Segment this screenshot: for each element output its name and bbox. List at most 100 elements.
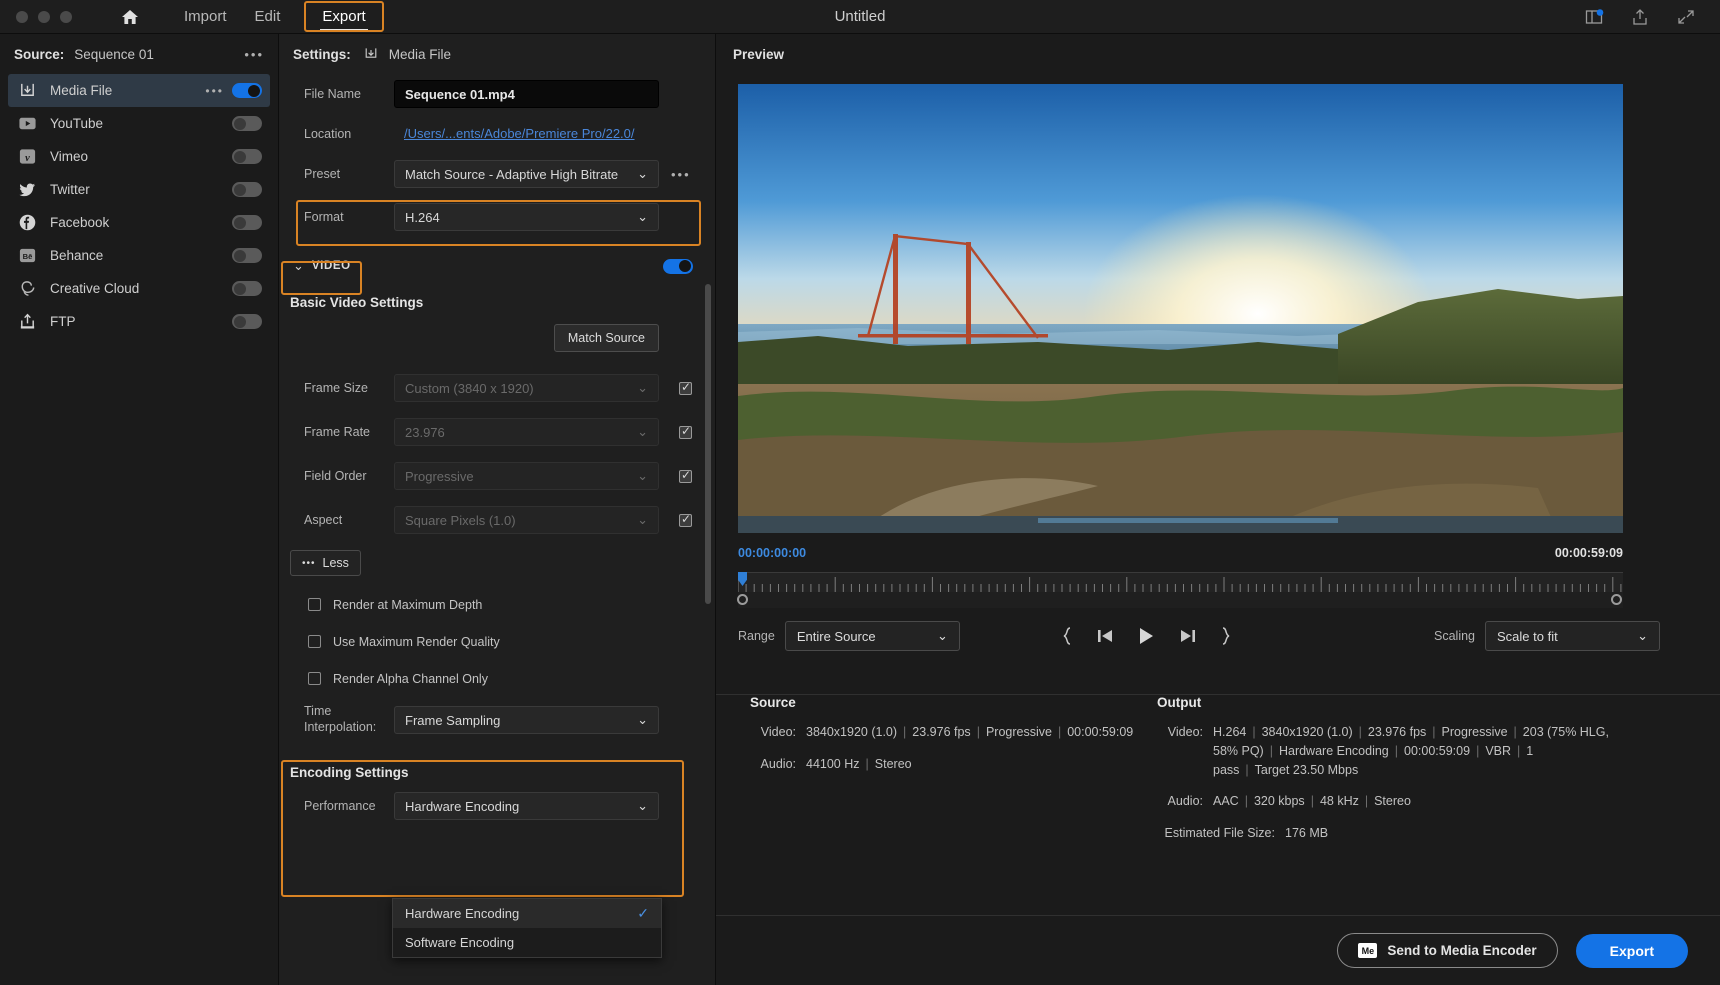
time-interpolation-row: Time Interpolation: Frame Sampling ⌄ (279, 697, 715, 743)
minimize-window-button[interactable] (38, 11, 50, 23)
destination-label: Media File (50, 83, 112, 98)
destination-item-media-file[interactable]: Media File ••• (8, 74, 270, 107)
render-checkbox[interactable] (308, 672, 321, 685)
field-select[interactable]: Progressive⌄ (394, 462, 659, 490)
export-footer: Me Send to Media Encoder Export (716, 915, 1720, 985)
destination-toggle[interactable] (232, 182, 262, 197)
video-section-header[interactable]: ⌄ VIDEO (279, 249, 715, 283)
ellipsis-icon: ••• (302, 558, 316, 569)
fullscreen-icon[interactable] (1676, 7, 1696, 27)
tab-export[interactable]: Export (308, 4, 379, 29)
location-link[interactable]: /Users/...ents/Adobe/Premiere Pro/22.0/ (404, 126, 635, 141)
play-icon[interactable] (1138, 627, 1155, 645)
time-interpolation-label: Time Interpolation: (279, 704, 394, 735)
render-checkbox[interactable] (308, 598, 321, 611)
field-row-field-order: Field OrderProgressive⌄ (279, 454, 715, 498)
checkbox-label: Render Alpha Channel Only (333, 672, 488, 686)
share-icon[interactable] (1630, 7, 1650, 27)
destination-toggle[interactable] (232, 314, 262, 329)
destination-toggle[interactable] (232, 248, 262, 263)
format-select[interactable]: H.264 ⌄ (394, 203, 659, 231)
field-select[interactable]: Custom (3840 x 1920)⌄ (394, 374, 659, 402)
source-row: Source: Sequence 01 ••• (0, 34, 278, 74)
checkbox-row-render-at-maximum-depth[interactable]: Render at Maximum Depth (279, 586, 715, 623)
settings-scrollbar[interactable] (705, 284, 711, 604)
file-name-row: File Name Sequence 01.mp4 (279, 74, 715, 114)
checkbox-row-use-maximum-render-quality[interactable]: Use Maximum Render Quality (279, 623, 715, 660)
checkbox-row-render-alpha-channel-only[interactable]: Render Alpha Channel Only (279, 660, 715, 697)
performance-select[interactable]: Hardware Encoding ⌄ (394, 792, 659, 820)
step-back-icon[interactable] (1096, 628, 1116, 644)
step-forward-icon[interactable] (1177, 628, 1197, 644)
destination-item-ftp[interactable]: FTP (8, 305, 270, 338)
field-select[interactable]: 23.976⌄ (394, 418, 659, 446)
file-name-input[interactable]: Sequence 01.mp4 (394, 80, 659, 108)
time-interpolation-select[interactable]: Frame Sampling ⌄ (394, 706, 659, 734)
menu-item-software-encoding[interactable]: Software Encoding (393, 928, 661, 957)
workspaces-icon[interactable] (1584, 7, 1604, 27)
close-window-button[interactable] (16, 11, 28, 23)
video-section-label: VIDEO (312, 260, 351, 272)
destination-toggle[interactable] (232, 215, 262, 230)
video-enable-toggle[interactable] (663, 259, 693, 274)
destination-item-vimeo[interactable]: vVimeo (8, 140, 270, 173)
destination-item-behance[interactable]: Bē Behance (8, 239, 270, 272)
destination-toggle[interactable] (232, 149, 262, 164)
tab-edit[interactable]: Edit (241, 4, 295, 29)
svg-text:Bē: Bē (22, 252, 32, 261)
video-preview[interactable] (738, 84, 1623, 533)
preset-select[interactable]: Match Source - Adaptive High Bitrate ⌄ (394, 160, 659, 188)
range-out-handle[interactable] (1611, 594, 1622, 605)
field-match-checkbox[interactable] (679, 426, 692, 439)
destination-item-facebook[interactable]: Facebook (8, 206, 270, 239)
mark-out-icon[interactable] (1219, 627, 1231, 645)
range-select[interactable]: Entire Source ⌄ (785, 621, 960, 651)
render-checkbox[interactable] (308, 635, 321, 648)
menu-item-hardware-encoding[interactable]: Hardware Encoding✓ (393, 899, 661, 928)
window-controls[interactable] (16, 11, 72, 23)
destination-toggle[interactable] (232, 116, 262, 131)
field-select[interactable]: Square Pixels (1.0)⌄ (394, 506, 659, 534)
nav-tabs[interactable]: Import Edit Export (170, 1, 384, 32)
match-source-button[interactable]: Match Source (554, 324, 659, 352)
range-scrub-bar[interactable] (738, 592, 1623, 608)
svg-text:v: v (25, 153, 30, 164)
destination-label: FTP (50, 314, 76, 329)
send-to-media-encoder-button[interactable]: Me Send to Media Encoder (1337, 933, 1557, 968)
destination-more-button[interactable]: ••• (205, 84, 224, 98)
chevron-down-icon: ⌄ (637, 380, 648, 396)
source-more-button[interactable]: ••• (244, 47, 264, 62)
destination-item-creative-cloud[interactable]: Creative Cloud (8, 272, 270, 305)
maximize-window-button[interactable] (60, 11, 72, 23)
home-icon[interactable] (120, 7, 140, 27)
tab-import[interactable]: Import (170, 4, 241, 29)
field-row-aspect: AspectSquare Pixels (1.0)⌄ (279, 498, 715, 542)
mark-in-icon[interactable] (1062, 627, 1074, 645)
chevron-down-icon: ⌄ (637, 209, 648, 225)
playback-controls-row: Range Entire Source ⌄ Scaling Scale to f… (738, 616, 1698, 656)
timeline-ruler[interactable] (738, 572, 1623, 592)
menu-item-label: Hardware Encoding (405, 906, 519, 921)
preset-row: Preset Match Source - Adaptive High Bitr… (279, 154, 715, 194)
timecode-out: 00:00:59:09 (1555, 546, 1623, 560)
field-match-checkbox[interactable] (679, 382, 692, 395)
destination-label: Behance (50, 248, 103, 263)
destination-toggle[interactable] (232, 83, 262, 98)
summary-key: Estimated File Size: (1143, 824, 1275, 843)
field-match-checkbox[interactable] (679, 470, 692, 483)
scaling-select[interactable]: Scale to fit ⌄ (1485, 621, 1660, 651)
field-match-checkbox[interactable] (679, 514, 692, 527)
summary-key: Video: (1143, 723, 1203, 779)
export-button[interactable]: Export (1576, 934, 1688, 968)
performance-dropdown-menu[interactable]: Hardware Encoding✓Software Encoding (392, 898, 662, 958)
range-in-handle[interactable] (737, 594, 748, 605)
destination-item-twitter[interactable]: Twitter (8, 173, 270, 206)
summary-row: Estimated File Size:176 MB (1143, 824, 1613, 843)
scaling-value: Scale to fit (1497, 629, 1558, 644)
less-button[interactable]: ••• Less (290, 550, 361, 576)
media-file-icon (363, 46, 379, 62)
destination-item-youtube[interactable]: YouTube (8, 107, 270, 140)
destination-toggle[interactable] (232, 281, 262, 296)
preset-more-button[interactable]: ••• (671, 167, 691, 182)
settings-label: Settings: (293, 47, 351, 62)
